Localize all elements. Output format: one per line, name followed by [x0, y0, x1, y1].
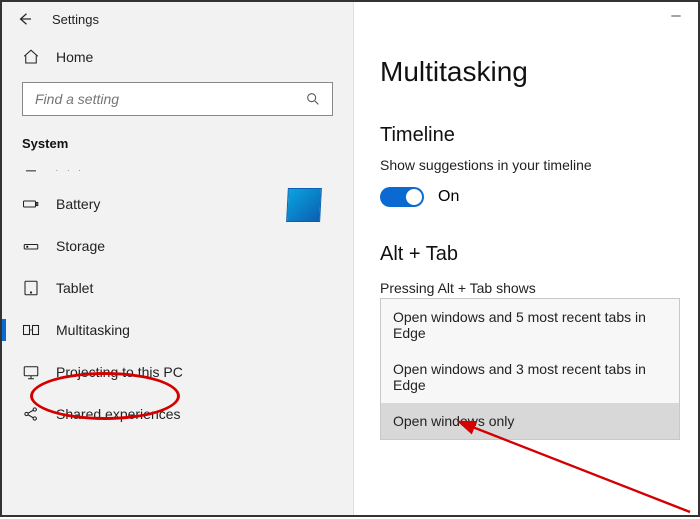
share-icon	[22, 405, 40, 423]
back-icon[interactable]	[16, 10, 34, 28]
search-icon	[304, 90, 322, 108]
app-title: Settings	[52, 12, 99, 27]
storage-icon	[22, 237, 40, 255]
nav-item-storage[interactable]: Storage	[2, 225, 353, 267]
home-nav[interactable]: Home	[2, 34, 353, 74]
nav-item-tablet[interactable]: Tablet	[2, 267, 353, 309]
timeline-toggle[interactable]	[380, 187, 424, 207]
nav-label: Storage	[56, 238, 105, 254]
nav-item-multitasking[interactable]: Multitasking	[2, 309, 353, 351]
minimize-button[interactable]	[664, 8, 688, 24]
tablet-icon	[22, 279, 40, 297]
section-label: System	[2, 130, 353, 153]
project-icon	[22, 363, 40, 381]
alttab-dropdown[interactable]: Open windows and 5 most recent tabs in E…	[380, 298, 680, 440]
nav-label: Tablet	[56, 280, 93, 296]
timeline-toggle-state: On	[438, 188, 459, 206]
page-title: Multitasking	[380, 56, 680, 88]
home-icon	[22, 48, 40, 66]
windows-logo-tile	[286, 188, 322, 222]
alttab-setting-label: Pressing Alt + Tab shows	[380, 280, 680, 296]
nav-label: Projecting to this PC	[56, 364, 183, 380]
alttab-option-1[interactable]: Open windows and 3 most recent tabs in E…	[381, 351, 679, 403]
nav-label: Shared experiences	[56, 406, 181, 422]
alttab-option-0[interactable]: Open windows and 5 most recent tabs in E…	[381, 299, 679, 351]
timeline-heading: Timeline	[380, 124, 680, 147]
settings-sidebar: Settings Home System ─	[2, 2, 354, 515]
nav-label: Battery	[56, 196, 100, 212]
titlebar: Settings	[2, 2, 353, 34]
unknown-icon: ─	[22, 161, 40, 179]
alttab-option-2[interactable]: Open windows only	[381, 403, 679, 439]
nav-item-truncated[interactable]: ─ . . .	[2, 157, 353, 183]
search-box[interactable]	[22, 82, 333, 116]
timeline-setting-label: Show suggestions in your timeline	[380, 157, 680, 173]
battery-icon	[22, 195, 40, 213]
multitask-icon	[22, 321, 40, 339]
alttab-heading: Alt + Tab	[380, 243, 680, 266]
search-input[interactable]	[33, 90, 304, 108]
content-pane: Multitasking Timeline Show suggestions i…	[354, 2, 698, 515]
nav-label: Multitasking	[56, 322, 130, 338]
home-label: Home	[56, 49, 93, 65]
nav-item-shared[interactable]: Shared experiences	[2, 393, 353, 435]
nav-item-projecting[interactable]: Projecting to this PC	[2, 351, 353, 393]
